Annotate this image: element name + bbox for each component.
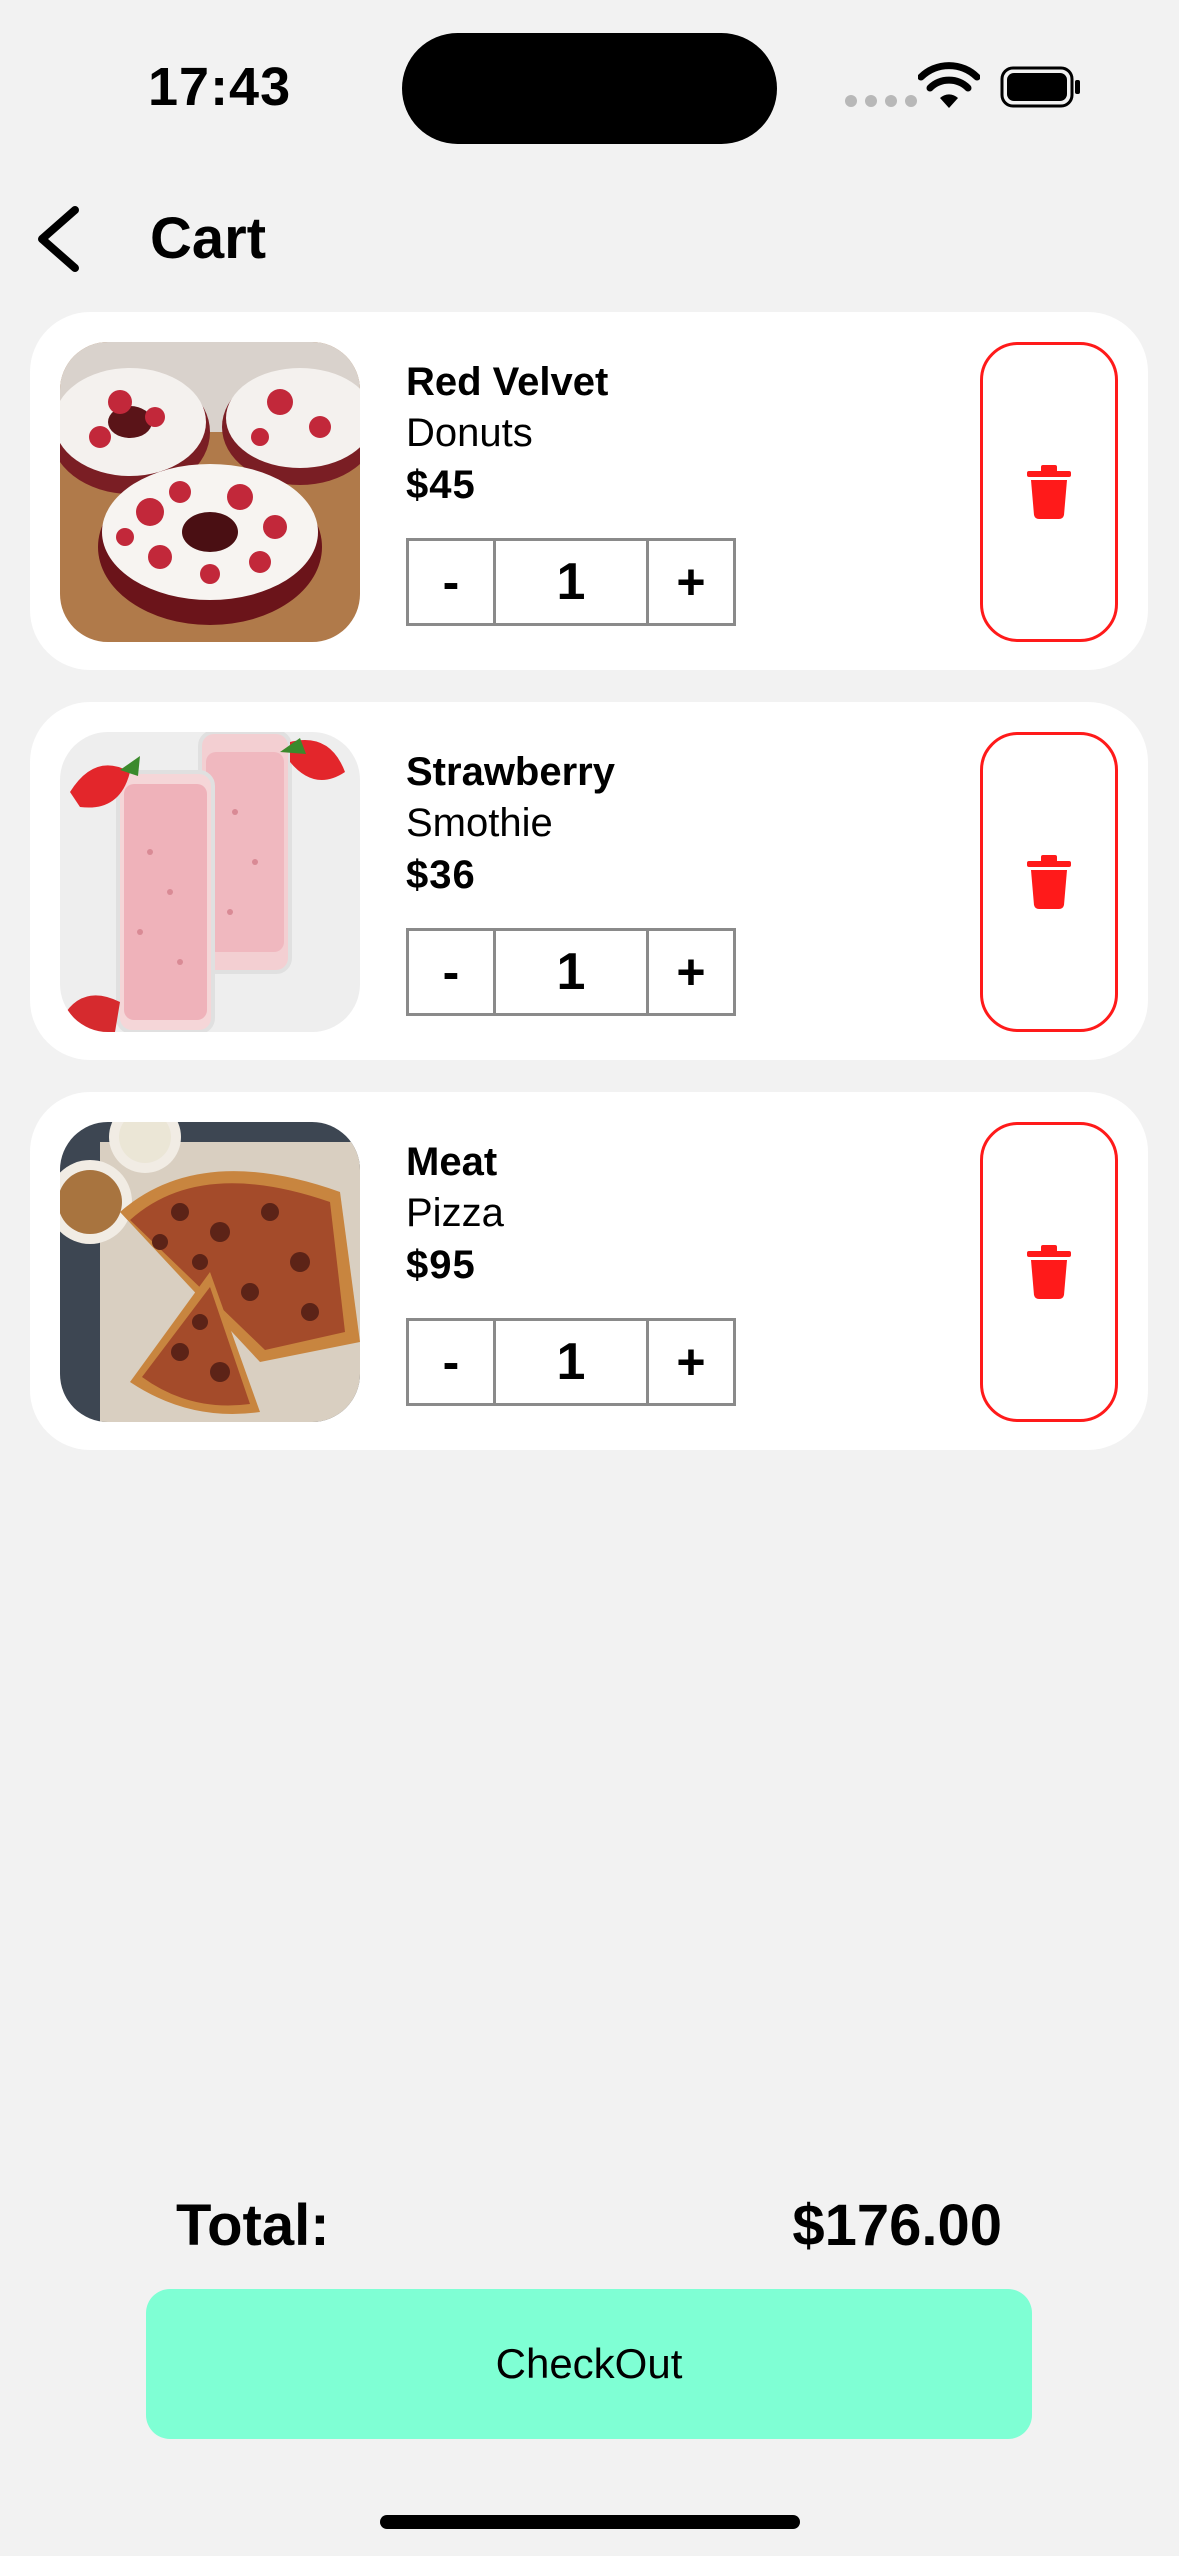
status-time: 17:43: [148, 57, 292, 117]
product-image-pizza: [60, 1122, 360, 1422]
increase-quantity-button[interactable]: +: [646, 1318, 736, 1406]
back-chevron-icon[interactable]: [30, 204, 90, 274]
trash-icon: [1027, 1245, 1071, 1299]
quantity-stepper: - 1 +: [406, 538, 736, 626]
product-info: Red Velvet Donuts $45: [406, 356, 608, 512]
product-info: Strawberry Smothie $36: [406, 746, 615, 902]
product-description: Pizza: [406, 1191, 504, 1235]
decrease-quantity-button[interactable]: -: [406, 1318, 496, 1406]
quantity-stepper: - 1 +: [406, 1318, 736, 1406]
increase-quantity-button[interactable]: +: [646, 538, 736, 626]
product-description: Smothie: [406, 801, 553, 845]
navigation-header: Cart: [0, 190, 1179, 285]
product-name: Red Velvet: [406, 360, 609, 404]
product-name: Meat: [406, 1140, 498, 1184]
cart-item-card: Red Velvet Donuts $45 - 1 +: [30, 312, 1148, 670]
cellular-signal-icon: [845, 95, 917, 107]
delete-item-button[interactable]: [980, 732, 1118, 1032]
cart-item-card: Strawberry Smothie $36 - 1 +: [30, 702, 1148, 1060]
cart-list: Red Velvet Donuts $45 - 1 + Strawberry S…: [30, 312, 1148, 1482]
product-price: $36: [406, 853, 476, 897]
quantity-value: 1: [496, 1318, 646, 1406]
decrease-quantity-button[interactable]: -: [406, 928, 496, 1016]
quantity-stepper: - 1 +: [406, 928, 736, 1016]
home-indicator: [380, 2515, 800, 2529]
total-label: Total:: [176, 2193, 330, 2258]
checkout-button[interactable]: CheckOut: [146, 2289, 1032, 2439]
wifi-icon: [918, 62, 980, 108]
product-info: Meat Pizza $95: [406, 1136, 504, 1292]
increase-quantity-button[interactable]: +: [646, 928, 736, 1016]
product-price: $95: [406, 1243, 476, 1287]
delete-item-button[interactable]: [980, 1122, 1118, 1422]
trash-icon: [1027, 465, 1071, 519]
cart-item-card: Meat Pizza $95 - 1 +: [30, 1092, 1148, 1450]
page-title: Cart: [150, 206, 267, 271]
product-description: Donuts: [406, 411, 533, 455]
total-value: $176.00: [792, 2193, 1002, 2258]
trash-icon: [1027, 855, 1071, 909]
product-price: $45: [406, 463, 476, 507]
total-row: Total: $176.00: [176, 2192, 1002, 2264]
quantity-value: 1: [496, 538, 646, 626]
product-image-donuts: [60, 342, 360, 642]
product-image-smoothie: [60, 732, 360, 1032]
delete-item-button[interactable]: [980, 342, 1118, 642]
quantity-value: 1: [496, 928, 646, 1016]
product-name: Strawberry: [406, 750, 615, 794]
battery-icon: [1000, 66, 1080, 108]
dynamic-island: [402, 33, 777, 144]
decrease-quantity-button[interactable]: -: [406, 538, 496, 626]
